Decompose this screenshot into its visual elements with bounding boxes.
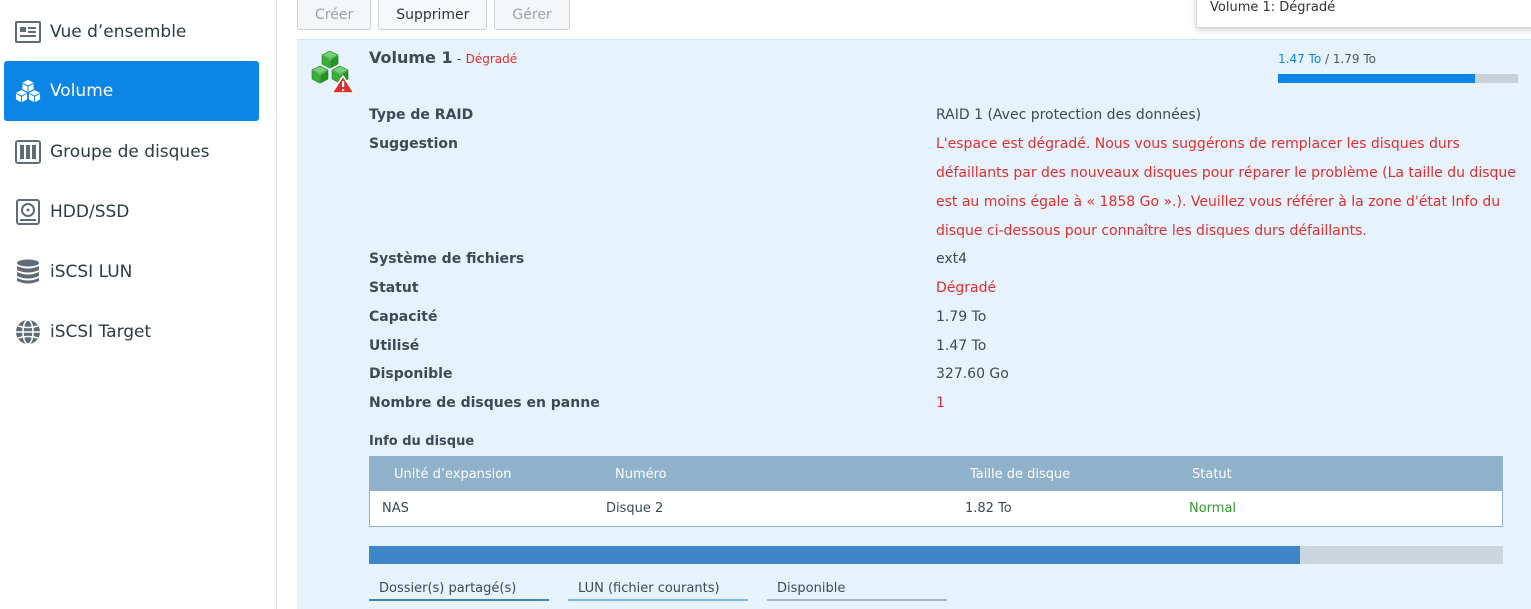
legend-line xyxy=(767,599,947,601)
column-header-status[interactable]: Statut xyxy=(1192,457,1232,491)
detail-label: Nombre de disques en panne xyxy=(369,395,600,411)
usage-total: 1.79 To xyxy=(1332,52,1377,66)
legend-line xyxy=(369,599,549,601)
detail-value: 327.60 Go xyxy=(936,366,1009,382)
volume-degraded-icon xyxy=(310,49,356,95)
detail-label: Utilisé xyxy=(369,338,420,354)
cell-status: Normal xyxy=(1189,501,1237,516)
legend-lun: LUN (fichier courants) xyxy=(568,575,748,601)
database-icon xyxy=(15,259,41,285)
disk-info-table: Unité d’expansion Numéro Taille de disqu… xyxy=(369,456,1503,527)
legend-label: Dossier(s) partagé(s) xyxy=(379,580,517,596)
volume-icon xyxy=(15,78,41,104)
overview-icon xyxy=(15,19,41,45)
column-header-expansion-unit[interactable]: Unité d’expansion xyxy=(394,457,511,491)
detail-label: Suggestion xyxy=(369,136,458,152)
usage-separator: / xyxy=(1321,52,1333,66)
cell-expansion-unit: NAS xyxy=(382,501,409,516)
sidebar-item-label: Volume xyxy=(50,81,114,101)
sidebar-item-hdd-ssd[interactable]: HDD/SSD xyxy=(4,182,259,242)
cell-disk-size: 1.82 To xyxy=(965,501,1012,516)
storage-usage-bar xyxy=(369,546,1503,564)
detail-label: Capacité xyxy=(369,309,438,325)
detail-label: Système de fichiers xyxy=(369,251,525,267)
column-header-disk-size[interactable]: Taille de disque xyxy=(970,457,1070,491)
sidebar-item-label: HDD/SSD xyxy=(50,202,130,222)
detail-label: Type de RAID xyxy=(369,107,474,123)
usage-summary: 1.47 To / 1.79 To xyxy=(1278,52,1376,66)
legend-label: LUN (fichier courants) xyxy=(578,580,720,596)
create-button[interactable]: Créer xyxy=(297,0,372,30)
sidebar-item-disk-group[interactable]: Groupe de disques xyxy=(4,122,259,182)
volume-panel[interactable]: Volume 1 - Dégradé 1.47 To / 1.79 To Typ… xyxy=(297,39,1531,609)
globe-icon xyxy=(15,319,41,345)
sidebar-item-label: Vue d’ensemble xyxy=(50,22,187,42)
hdd-icon xyxy=(15,199,41,225)
detail-label: Statut xyxy=(369,280,419,296)
toolbar: Créer Supprimer Gérer xyxy=(297,0,570,30)
table-header: Unité d’expansion Numéro Taille de disqu… xyxy=(370,457,1502,491)
sidebar-item-overview[interactable]: Vue d’ensemble xyxy=(4,2,259,62)
sidebar-item-volume[interactable]: Volume xyxy=(4,61,259,121)
detail-value: 1.47 To xyxy=(936,338,987,354)
storage-usage-fill xyxy=(369,546,1300,564)
detail-value: 1 xyxy=(936,395,945,411)
delete-button[interactable]: Supprimer xyxy=(378,0,488,30)
legend-line xyxy=(568,599,748,601)
tooltip-text: Volume 1: Dégradé xyxy=(1210,0,1336,15)
sidebar-item-iscsi-target[interactable]: iSCSI Target xyxy=(4,302,259,362)
usage-used: 1.47 To xyxy=(1278,52,1322,66)
legend-available: Disponible xyxy=(767,575,947,601)
sidebar-item-label: Groupe de disques xyxy=(50,142,210,162)
detail-value: RAID 1 (Avec protection des données) xyxy=(936,107,1202,123)
cell-number: Disque 2 xyxy=(606,501,664,516)
volume-status-badge: Dégradé xyxy=(465,52,518,66)
status-tooltip: Volume 1: Dégradé xyxy=(1196,0,1531,28)
column-header-number[interactable]: Numéro xyxy=(615,457,667,491)
disk-info-heading: Info du disque xyxy=(369,434,475,449)
title-separator: - xyxy=(452,52,466,67)
disk-group-icon xyxy=(15,139,41,165)
detail-label: Disponible xyxy=(369,366,453,382)
detail-value: L'espace est dégradé. Nous vous suggéron… xyxy=(936,136,1516,239)
legend-shared-folders: Dossier(s) partagé(s) xyxy=(369,575,549,601)
sidebar: Vue d’ensemble Volume Groupe de disques … xyxy=(0,0,277,609)
sidebar-item-label: iSCSI Target xyxy=(50,322,152,342)
table-row[interactable]: NAS Disque 2 1.82 To Normal xyxy=(370,491,1502,526)
volume-name: Volume 1 xyxy=(369,48,453,67)
manage-button[interactable]: Gérer xyxy=(494,0,570,30)
detail-value: ext4 xyxy=(936,251,968,267)
volume-title: Volume 1 - Dégradé xyxy=(369,48,517,67)
usage-progress-fill xyxy=(1278,74,1475,83)
usage-progress-bar xyxy=(1278,74,1518,83)
detail-value: 1.79 To xyxy=(936,309,987,325)
legend-label: Disponible xyxy=(777,580,846,596)
detail-value: Dégradé xyxy=(936,280,997,296)
sidebar-item-label: iSCSI LUN xyxy=(50,262,133,282)
sidebar-item-iscsi-lun[interactable]: iSCSI LUN xyxy=(4,242,259,302)
